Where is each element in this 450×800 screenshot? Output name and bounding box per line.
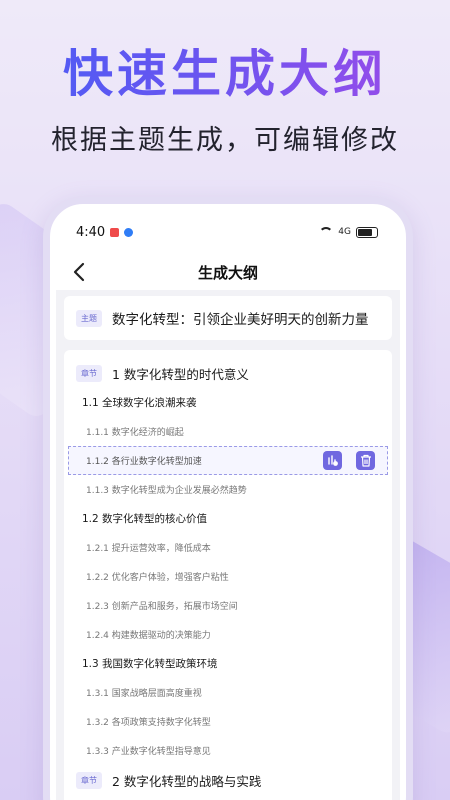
item-title: 1.3.1 国家战略层面高度重视 xyxy=(86,689,202,699)
chapter-title: 1 数字化转型的时代意义 xyxy=(112,366,249,382)
hero-subtitle: 根据主题生成，可编辑修改 xyxy=(51,125,399,156)
topic-text: 数字化转型：引领企业美好明天的创新力量 xyxy=(112,312,369,328)
shield-icon xyxy=(124,227,134,237)
chapter-row[interactable]: 章节 2 数字化转型的战略与实践 xyxy=(64,765,392,795)
section-title: 1.3 我国数字化转型政策环境 xyxy=(82,658,218,670)
item-row[interactable]: 1.3.2 各项政策支持数字化转型 xyxy=(64,707,392,736)
content-area: 主题 数字化转型：引领企业美好明天的创新力量 章节 1 数字化转型的时代意义 1… xyxy=(56,290,400,800)
page-title: 生成大纲 xyxy=(197,263,258,282)
item-row[interactable]: 1.2.3 创新产品和服务，拓展市场空间 xyxy=(64,591,392,620)
item-title: 1.2.3 创新产品和服务，拓展市场空间 xyxy=(86,602,238,612)
item-row[interactable]: 1.3.1 国家战略层面高度重视 xyxy=(64,678,392,707)
chapter-title: 2 数字化转型的战略与实践 xyxy=(112,773,262,789)
item-title: 1.1.2 各行业数字化转型加速 xyxy=(86,457,202,467)
section-row[interactable]: 1.2 数字化转型的核心价值 xyxy=(64,504,392,533)
item-row[interactable]: 1.1.1 数字化经济的崛起 xyxy=(64,417,392,446)
item-row[interactable]: 1.2.1 提升运营效率，降低成本 xyxy=(64,533,392,562)
topic-tag: 主题 xyxy=(76,309,102,327)
nav-bar: 生成大纲 xyxy=(50,254,406,290)
outline-list: 章节 1 数字化转型的时代意义 1.1 全球数字化浪潮来袭 1.1.1 数字化经… xyxy=(64,350,392,800)
hero-title: 快速生成大纲 xyxy=(0,34,450,106)
item-title: 1.2.4 构建数据驱动的决策能力 xyxy=(86,631,211,641)
chapter-tag: 章节 xyxy=(76,771,102,789)
item-title: 1.2.1 提升运营效率，降低成本 xyxy=(86,544,211,554)
section-row[interactable]: 1.1 全球数字化浪潮来袭 xyxy=(64,388,392,417)
item-row[interactable]: 1.2.4 构建数据驱动的决策能力 xyxy=(64,620,392,649)
chapter-tag: 章节 xyxy=(76,364,102,382)
trash-icon[interactable] xyxy=(356,451,375,470)
edit-icon[interactable] xyxy=(323,451,342,470)
wifi-icon xyxy=(319,227,334,237)
item-title: 1.2.2 优化客户体验，增强客户粘性 xyxy=(86,573,229,583)
battery-icon xyxy=(356,226,378,238)
chapter-row[interactable]: 章节 1 数字化转型的时代意义 xyxy=(64,358,392,388)
item-title: 1.3.3 产业数字化转型指导意见 xyxy=(86,747,211,757)
chevron-left-icon[interactable] xyxy=(72,260,86,288)
section-title: 1.1 全球数字化浪潮来袭 xyxy=(82,397,197,409)
item-title: 1.1.3 数字化转型成为企业发展必然趋势 xyxy=(86,486,247,496)
item-row[interactable]: 1.2.2 优化客户体验，增强客户粘性 xyxy=(64,562,392,591)
status-bar: 4:40 4G xyxy=(50,222,406,242)
item-row[interactable]: 1.3.3 产业数字化转型指导意见 xyxy=(64,736,392,765)
topic-card[interactable]: 主题 数字化转型：引领企业美好明天的创新力量 xyxy=(64,296,392,340)
item-title: 1.3.2 各项政策支持数字化转型 xyxy=(86,718,211,728)
signal-icon: 4G xyxy=(338,227,351,237)
item-title: 1.1.1 数字化经济的崛起 xyxy=(86,428,184,438)
status-time: 4:40 xyxy=(76,224,106,240)
phone-frame: 4:40 4G 生成大纲 主题 数字化转型：引领企业美好明天的创新力量 章节 1… xyxy=(43,197,413,800)
notification-app-icon xyxy=(110,227,120,237)
section-title: 1.2 数字化转型的核心价值 xyxy=(82,513,208,525)
section-row[interactable]: 1.3 我国数字化转型政策环境 xyxy=(64,649,392,678)
item-row[interactable]: 1.1.3 数字化转型成为企业发展必然趋势 xyxy=(64,475,392,504)
item-row-selected[interactable]: 1.1.2 各行业数字化转型加速 xyxy=(68,446,388,475)
